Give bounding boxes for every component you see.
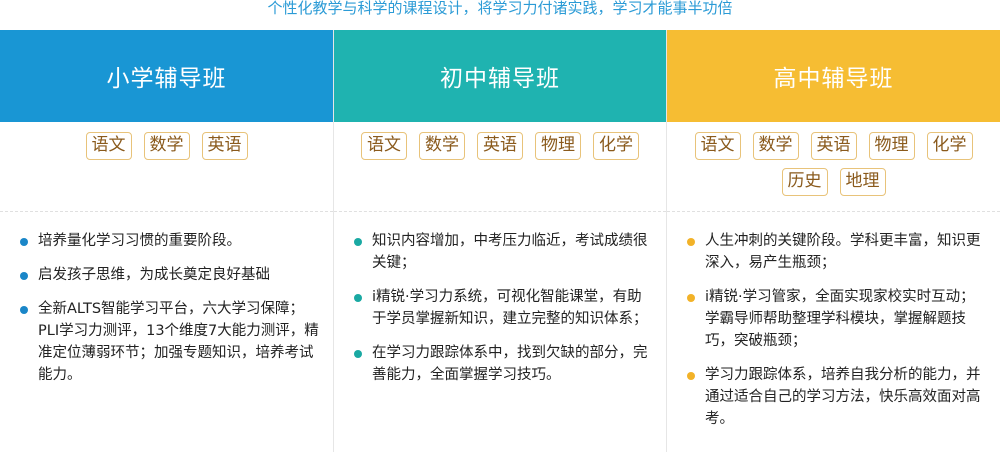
column-middle: 初中辅导班 语文 数学 英语 物理 化学 知识内容增加，中考压力临近，考试成绩很… — [333, 30, 666, 452]
column-title: 高中辅导班 — [773, 66, 894, 92]
feature-item: 知识内容增加，中考压力临近，考试成绩很关键； — [354, 230, 654, 274]
bullet-dot-icon — [687, 372, 695, 380]
feature-list: 培养量化学习习惯的重要阶段。 启发孩子思维，为成长奠定良好基础 全新ALTS智能… — [0, 212, 333, 386]
subject-tags: 语文 数学 英语 物理 化学 — [334, 122, 666, 212]
column-header-middle[interactable]: 初中辅导班 — [334, 30, 666, 122]
subject-tag[interactable]: 语文 — [694, 132, 741, 160]
subject-tag[interactable]: 地理 — [839, 168, 886, 196]
column-high: 高中辅导班 语文 数学 英语 物理 化学 历史 地理 人生冲刺的关键阶段。学科更… — [666, 30, 1000, 452]
column-title: 小学辅导班 — [106, 66, 227, 92]
feature-list: 人生冲刺的关键阶段。学科更丰富，知识更深入，易产生瓶颈； i精锐·学习管家，全面… — [667, 212, 1000, 430]
bullet-dot-icon — [354, 350, 362, 358]
bullet-dot-icon — [20, 272, 28, 280]
column-title: 初中辅导班 — [440, 66, 560, 92]
subject-tags: 语文 数学 英语 — [0, 122, 333, 212]
subject-tag[interactable]: 语文 — [361, 132, 407, 160]
feature-list: 知识内容增加，中考压力临近，考试成绩很关键； i精锐·学习力系统，可视化智能课堂… — [334, 212, 666, 386]
bullet-dot-icon — [20, 238, 28, 246]
feature-item: i精锐·学习管家，全面实现家校实时互动；学霸导师帮助整理学科模块，掌握解题技巧，… — [687, 286, 988, 352]
subject-tag[interactable]: 化学 — [593, 132, 639, 160]
subject-tag[interactable]: 英语 — [477, 132, 523, 160]
subject-tag[interactable]: 数学 — [419, 132, 465, 160]
column-header-high[interactable]: 高中辅导班 — [667, 30, 1000, 122]
bullet-dot-icon — [687, 238, 695, 246]
subject-tag[interactable]: 英语 — [201, 132, 248, 160]
page-subtitle: 个性化教学与科学的课程设计，将学习力付诸实践，学习才能事半功倍 — [267, 0, 733, 17]
bullet-dot-icon — [354, 294, 362, 302]
course-columns: 小学辅导班 语文 数学 英语 培养量化学习习惯的重要阶段。 启发孩子思维，为成长… — [0, 30, 1000, 452]
subject-tag[interactable]: 化学 — [926, 132, 973, 160]
subject-tag[interactable]: 物理 — [535, 132, 581, 160]
subject-tag[interactable]: 数学 — [143, 132, 190, 160]
feature-item: 人生冲刺的关键阶段。学科更丰富，知识更深入，易产生瓶颈； — [687, 230, 988, 274]
feature-item: 全新ALTS智能学习平台，六大学习保障；PLI学习力测评，13个维度7大能力测评… — [20, 298, 321, 386]
feature-item: 学习力跟踪体系，培养自我分析的能力，并通过适合自己的学习方法，快乐高效面对高考。 — [687, 364, 988, 430]
feature-item: i精锐·学习力系统，可视化智能课堂，有助于学员掌握新知识，建立完整的知识体系； — [354, 286, 654, 330]
bullet-dot-icon — [20, 306, 28, 314]
bullet-dot-icon — [354, 238, 362, 246]
subject-tag[interactable]: 英语 — [810, 132, 857, 160]
column-primary: 小学辅导班 语文 数学 英语 培养量化学习习惯的重要阶段。 启发孩子思维，为成长… — [0, 30, 333, 452]
subject-tags: 语文 数学 英语 物理 化学 历史 地理 — [667, 122, 1000, 212]
feature-item: 在学习力跟踪体系中，找到欠缺的部分，完善能力，全面掌握学习技巧。 — [354, 342, 654, 386]
bullet-dot-icon — [687, 294, 695, 302]
subject-tag[interactable]: 数学 — [752, 132, 799, 160]
subject-tag[interactable]: 语文 — [85, 132, 132, 160]
feature-item: 培养量化学习习惯的重要阶段。 — [20, 230, 321, 252]
column-header-primary[interactable]: 小学辅导班 — [0, 30, 333, 122]
feature-item: 启发孩子思维，为成长奠定良好基础 — [20, 264, 321, 286]
subject-tag[interactable]: 历史 — [781, 168, 828, 196]
subject-tag[interactable]: 物理 — [868, 132, 915, 160]
